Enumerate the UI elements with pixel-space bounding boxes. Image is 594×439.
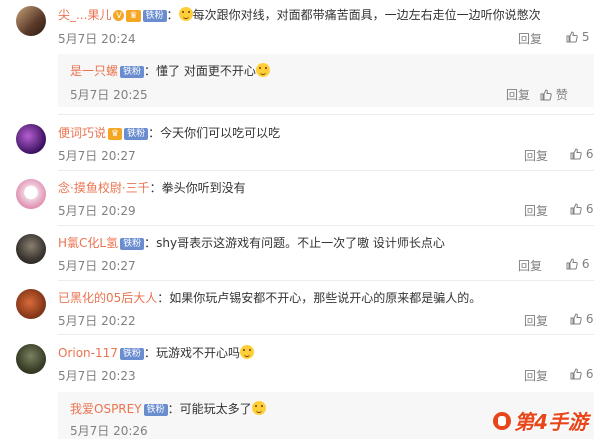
comment-username[interactable]: 便词巧说 [58, 126, 106, 140]
avatar[interactable] [16, 344, 46, 374]
comment-date: 5月7日 20:22 [58, 314, 136, 328]
reply-button[interactable]: 回复 [524, 147, 548, 164]
reply-text: 懂了 对面更不开心 [156, 64, 256, 78]
reply-block: 是一只螺 铁粉 ：懂了 对面更不开心 5月7日 20:25 回复 赞 [58, 54, 594, 107]
avatar[interactable] [16, 124, 46, 154]
comment-date: 5月7日 20:24 [58, 32, 136, 46]
thumbs-up-icon [566, 258, 578, 270]
divider [58, 334, 594, 335]
comment-username[interactable]: 念·摸鱼校尉·三千 [58, 181, 150, 195]
thumbs-up-icon [570, 368, 582, 380]
divider [58, 280, 594, 281]
reply-date: 5月7日 20:25 [70, 88, 148, 102]
thumbs-up-icon [540, 89, 552, 101]
like-count: 6 [585, 202, 594, 216]
comment-username[interactable]: H氯C化L氢 [58, 236, 118, 250]
like-count: 6 [585, 312, 594, 326]
reply-button[interactable]: 回复 [518, 257, 542, 274]
comment-text: 如果你玩卢锡安都不开心，那些说开心的原来都是骗人的。 [169, 291, 482, 305]
fan-badge: 铁粉 [119, 348, 144, 360]
reply-text: 可能玩太多了 [179, 402, 252, 416]
fan-badge: 铁粉 [120, 66, 145, 78]
avatar[interactable] [16, 234, 46, 264]
like-button[interactable]: 赞 [540, 86, 568, 103]
reply-username[interactable]: 是一只螺 [70, 64, 118, 78]
smile-emoji-icon [178, 7, 193, 21]
avatar[interactable] [16, 179, 46, 209]
thumbs-up-icon [570, 148, 582, 160]
like-button[interactable]: 6 [570, 202, 593, 216]
comment-text: 每次跟你对线，对面都带痛苦面具，一边左右走位一边听你说憋次 [192, 8, 541, 22]
comment-text: 拳头你听到没有 [161, 181, 246, 195]
watermark-text: 第4手游 [514, 410, 588, 434]
like-count: 6 [585, 367, 594, 381]
divider [58, 114, 594, 115]
comment-date: 5月7日 20:27 [58, 259, 136, 273]
comment-username[interactable]: Orion-117 [58, 346, 118, 360]
like-label: 赞 [555, 88, 568, 102]
comment-text: shy哥表示这游戏有问题。不止一次了嗷 设计师长点心 [156, 236, 445, 250]
comment-username[interactable]: 尖_...果儿 [58, 8, 111, 22]
comment-text: 玩游戏不开心吗 [155, 346, 240, 360]
like-count: 6 [581, 257, 590, 271]
watermark-logo-icon [493, 411, 512, 430]
thumbs-up-icon [570, 203, 582, 215]
like-button[interactable]: 6 [570, 312, 593, 326]
vip-badge: ♛ [108, 128, 123, 140]
smile-emoji-icon [255, 63, 270, 77]
like-button[interactable]: 6 [566, 257, 589, 271]
reply-username[interactable]: 我爱OSPREY [70, 402, 142, 416]
comment-date: 5月7日 20:27 [58, 149, 136, 163]
thumbs-up-icon [570, 313, 582, 325]
like-count: 6 [585, 147, 594, 161]
like-button[interactable]: 6 [570, 367, 593, 381]
reply-button[interactable]: 回复 [518, 30, 542, 47]
thumbs-up-icon [566, 31, 578, 43]
comment-username[interactable]: 已黑化的05后大人 [58, 291, 157, 305]
reply-button[interactable]: 回复 [506, 86, 530, 103]
fan-badge: 铁粉 [124, 128, 149, 140]
verified-icon: V [113, 10, 125, 21]
site-watermark: 第4手游 [493, 406, 588, 435]
fan-badge: 铁粉 [143, 404, 168, 416]
comment-text: 今天你们可以吃可以吃 [160, 126, 281, 140]
like-button[interactable]: 6 [570, 147, 593, 161]
like-button[interactable]: 5 [566, 30, 589, 44]
avatar[interactable] [16, 6, 46, 36]
fan-badge: 铁粉 [120, 238, 145, 250]
like-count: 5 [581, 30, 590, 44]
vip-badge: ♛ [126, 10, 141, 22]
comment-date: 5月7日 20:29 [58, 204, 136, 218]
avatar[interactable] [16, 289, 46, 319]
divider [58, 170, 594, 171]
reply-button[interactable]: 回复 [524, 202, 548, 219]
crying-emoji-icon [239, 345, 254, 359]
reply-date: 5月7日 20:26 [70, 424, 148, 438]
reply-button[interactable]: 回复 [524, 312, 548, 329]
laughing-emoji-icon [251, 401, 266, 415]
fan-badge: 铁粉 [142, 10, 167, 22]
comment-date: 5月7日 20:23 [58, 369, 136, 383]
divider [58, 225, 594, 226]
reply-button[interactable]: 回复 [524, 367, 548, 384]
